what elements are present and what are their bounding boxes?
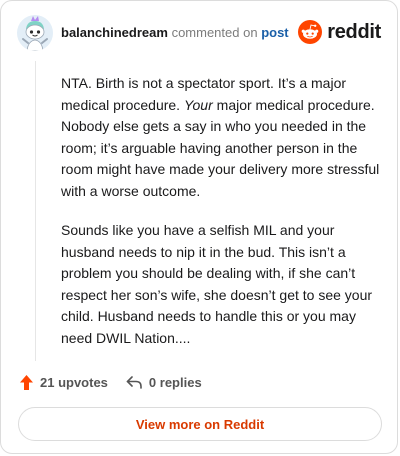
snoo-avatar-icon <box>17 15 53 51</box>
comment-paragraph-1: NTA. Birth is not a spectator sport. It’… <box>61 73 383 202</box>
p1-emphasis: Your <box>183 96 213 113</box>
upvote-count: 21 upvotes <box>40 375 108 390</box>
avatar[interactable] <box>17 15 53 51</box>
post-link[interactable]: post <box>261 25 288 40</box>
comment-paragraph-2: Sounds like you have a selfish MIL and y… <box>61 222 373 346</box>
thread-line <box>35 61 36 361</box>
reddit-logo[interactable]: reddit <box>298 20 381 44</box>
reddit-snoo-icon <box>298 20 323 44</box>
comment-actions: 21 upvotes 0 replies <box>19 374 220 391</box>
upvote-arrow-icon <box>20 375 33 390</box>
upvote-button[interactable]: 21 upvotes <box>19 374 108 391</box>
commented-on-text: commented on <box>171 25 258 40</box>
view-more-button[interactable]: View more on Reddit <box>18 407 382 441</box>
byline: balanchinedream commented on post <box>61 25 289 40</box>
comment-body: NTA. Birth is not a spectator sport. It’… <box>61 73 383 367</box>
username-link[interactable]: balanchinedream <box>61 25 168 40</box>
reply-arrow-icon <box>126 376 142 389</box>
comment-header: balanchinedream commented on post reddit <box>17 15 381 51</box>
reply-button[interactable]: 0 replies <box>126 375 202 390</box>
comment-embed-card: balanchinedream commented on post reddit… <box>0 0 398 454</box>
reddit-wordmark: reddit <box>327 20 381 43</box>
reply-count: 0 replies <box>148 375 202 390</box>
